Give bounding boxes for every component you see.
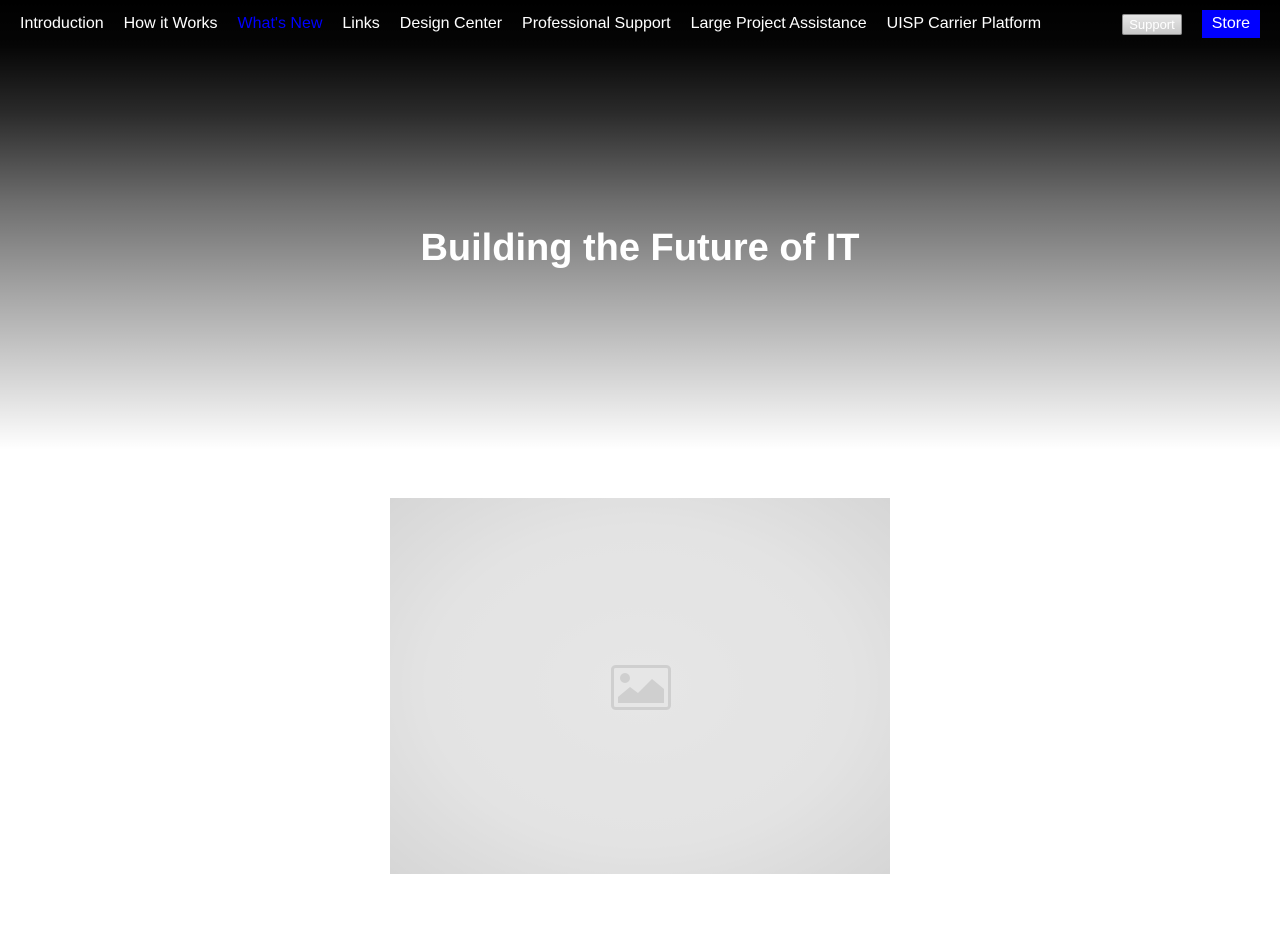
nav-link-professional-support[interactable]: Professional Support xyxy=(522,0,671,48)
nav-link-large-project-assistance[interactable]: Large Project Assistance xyxy=(691,0,867,48)
nav-link-how-it-works[interactable]: How it Works xyxy=(124,0,218,48)
image-placeholder-icon xyxy=(611,665,671,710)
page: Introduction How it Works What's New Lin… xyxy=(0,0,1280,940)
nav-actions: Support Store xyxy=(1122,10,1260,38)
nav-link-design-center[interactable]: Design Center xyxy=(400,0,502,48)
nav-link-whats-new[interactable]: What's New xyxy=(238,0,323,48)
support-button[interactable]: Support xyxy=(1122,13,1182,35)
store-button[interactable]: Store xyxy=(1201,10,1260,38)
media-placeholder xyxy=(390,498,890,874)
nav-links: Introduction How it Works What's New Lin… xyxy=(20,0,1041,48)
nav-link-links[interactable]: Links xyxy=(342,0,379,48)
hero-title: Building the Future of IT xyxy=(420,227,860,269)
hero-banner: Introduction How it Works What's New Lin… xyxy=(0,0,1280,450)
nav-link-introduction[interactable]: Introduction xyxy=(20,0,104,48)
top-nav: Introduction How it Works What's New Lin… xyxy=(0,0,1280,48)
nav-link-uisp-carrier-platform[interactable]: UISP Carrier Platform xyxy=(887,0,1041,48)
